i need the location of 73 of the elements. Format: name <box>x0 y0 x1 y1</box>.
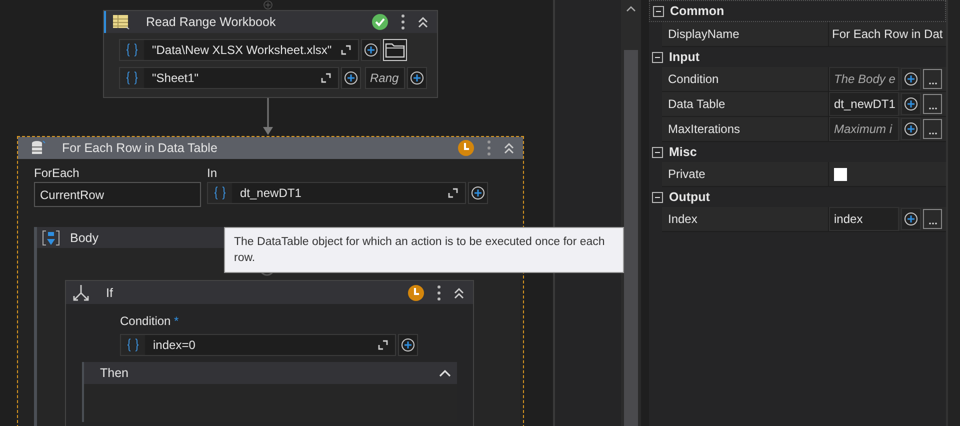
property-value[interactable]: index <box>829 207 899 231</box>
ellipsis-icon <box>928 132 936 135</box>
property-value[interactable]: The Body e <box>829 67 899 91</box>
activity-title: For Each Row in Data Table <box>62 141 218 155</box>
checkbox[interactable] <box>834 168 847 180</box>
property-value[interactable]: Maximum i <box>829 117 899 141</box>
tooltip: The DataTable object for which an action is to be executed once for each row. <box>224 227 624 273</box>
then-title: Then <box>100 366 128 380</box>
add-button[interactable] <box>901 68 921 90</box>
ellipsis-icon <box>928 107 936 110</box>
add-button[interactable] <box>901 118 921 140</box>
add-button[interactable] <box>468 182 488 204</box>
more-options-icon[interactable] <box>437 284 441 300</box>
ellipsis-icon <box>928 82 936 85</box>
body-icon <box>42 230 60 246</box>
ellipsis-icon <box>928 222 936 225</box>
category-title: Output <box>669 190 710 204</box>
input-field[interactable]: index=0 <box>120 334 396 356</box>
browse-folder-button[interactable] <box>383 39 407 61</box>
body-title: Body <box>70 230 98 244</box>
collapse-icon[interactable] <box>453 286 465 298</box>
field-label: ForEach <box>34 166 80 180</box>
input-field[interactable]: "Data\New XLSX Worksheet.xlsx" <box>119 39 359 61</box>
collapse-icon[interactable] <box>439 369 451 377</box>
braces-icon <box>208 183 232 203</box>
add-button[interactable] <box>407 67 427 89</box>
braces-icon <box>120 68 144 88</box>
collapse-toggle-icon[interactable] <box>652 146 663 158</box>
property-value[interactable]: dt_newDT1 <box>829 92 899 116</box>
field-label: Condition * <box>120 314 179 328</box>
add-button[interactable] <box>398 334 418 356</box>
scrollbar[interactable] <box>621 0 641 426</box>
activity-card[interactable]: Read Range Workbook "Data\New XLSX Worksheet.xlsx" "Sheet1" Rang <box>103 10 438 98</box>
activity-title: If <box>106 286 113 300</box>
branch-icon <box>72 284 90 302</box>
database-icon <box>30 140 46 156</box>
property-name: Private <box>662 162 829 186</box>
expand-icon[interactable] <box>448 188 458 198</box>
more-options-icon[interactable] <box>401 14 405 30</box>
ellipsis-button[interactable] <box>923 69 942 89</box>
collapse-toggle-icon[interactable] <box>652 192 663 202</box>
expand-icon[interactable] <box>321 73 331 83</box>
collapse-toggle-icon[interactable] <box>653 6 664 16</box>
scroll-up-icon[interactable] <box>626 6 636 12</box>
category-title: Common <box>670 4 724 18</box>
ellipsis-button[interactable] <box>923 119 942 139</box>
category-title: Input <box>669 50 700 64</box>
spreadsheet-icon <box>112 14 130 30</box>
activity-title: Read Range Workbook <box>146 15 276 29</box>
expand-icon[interactable] <box>341 45 351 55</box>
activity-card[interactable]: If Condition * index=0 Then <box>65 280 474 426</box>
connector-arrow <box>263 98 273 136</box>
braces-icon <box>121 335 145 355</box>
add-button[interactable] <box>901 93 921 115</box>
ellipsis-button[interactable] <box>923 209 942 229</box>
property-value[interactable]: For Each Row in Dat <box>829 27 943 41</box>
expand-icon[interactable] <box>378 340 388 350</box>
input-field[interactable]: "Sheet1" <box>119 67 339 89</box>
input-field[interactable]: dt_newDT1 <box>207 182 466 204</box>
collapse-toggle-icon[interactable] <box>652 52 663 62</box>
field-label: In <box>207 166 218 180</box>
scrollbar-thumb[interactable] <box>624 50 638 426</box>
ellipsis-button[interactable] <box>923 94 942 114</box>
add-button[interactable] <box>901 208 921 230</box>
braces-icon <box>120 40 144 60</box>
add-button[interactable] <box>341 67 361 89</box>
collapse-icon[interactable] <box>503 142 515 154</box>
input-field[interactable]: CurrentRow <box>34 182 201 207</box>
category-title: Misc <box>669 145 697 159</box>
range-field[interactable]: Rang <box>365 67 405 89</box>
add-button[interactable] <box>361 39 381 61</box>
property-name: DisplayName <box>662 22 829 46</box>
collapse-icon[interactable] <box>417 16 429 28</box>
